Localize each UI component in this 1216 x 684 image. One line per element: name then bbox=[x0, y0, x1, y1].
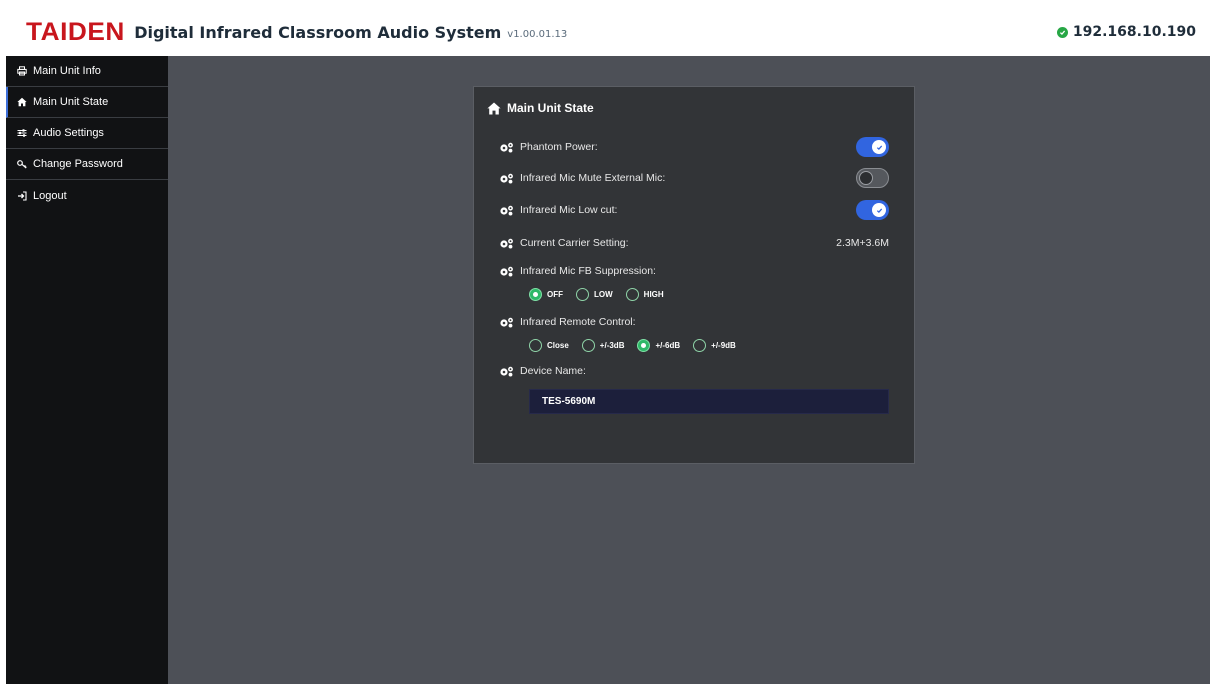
key-icon bbox=[16, 158, 28, 170]
fb-suppression-label: Infrared Mic FB Suppression: bbox=[520, 265, 656, 277]
mute-external-mic-row: Infrared Mic Mute External Mic: bbox=[499, 167, 889, 189]
panel-title: Main Unit State bbox=[487, 101, 594, 115]
sidebar-item-main-unit-info[interactable]: Main Unit Info bbox=[6, 56, 168, 87]
remote-radio-close[interactable]: Close bbox=[529, 338, 569, 352]
fb-radio-high[interactable]: HIGH bbox=[625, 287, 664, 301]
gears-icon bbox=[499, 142, 514, 153]
sidebar-item-label: Change Password bbox=[33, 158, 123, 170]
sidebar-item-logout[interactable]: Logout bbox=[6, 180, 168, 211]
phantom-power-row: Phantom Power: bbox=[499, 136, 889, 158]
remote-radio-9db[interactable]: +/-9dB bbox=[693, 338, 736, 352]
app-title: Digital Infrared Classroom Audio System bbox=[134, 22, 502, 42]
sidebar-item-audio-settings[interactable]: Audio Settings bbox=[6, 118, 168, 149]
phantom-power-toggle[interactable] bbox=[856, 137, 889, 157]
fb-suppression-radio-group: OFF LOW HIGH bbox=[529, 285, 664, 303]
sidebar-item-label: Main Unit State bbox=[33, 96, 109, 108]
sidebar-item-label: Main Unit Info bbox=[33, 65, 101, 77]
sliders-icon bbox=[16, 127, 28, 139]
mute-external-mic-toggle[interactable] bbox=[856, 168, 889, 188]
device-name-label: Device Name: bbox=[520, 365, 586, 377]
mute-external-mic-label: Infrared Mic Mute External Mic: bbox=[520, 172, 666, 184]
remote-radio-6db[interactable]: +/-6dB bbox=[637, 338, 680, 352]
device-name-input[interactable] bbox=[529, 389, 889, 414]
sidebar-item-change-password[interactable]: Change Password bbox=[6, 149, 168, 180]
main-content: Main Unit State Phantom Power: Infrared … bbox=[168, 56, 1210, 684]
low-cut-row: Infrared Mic Low cut: bbox=[499, 199, 889, 221]
fb-radio-low[interactable]: LOW bbox=[576, 287, 613, 301]
brand-logo: TAIDEN bbox=[26, 17, 125, 46]
connection-status: 192.168.10.190 bbox=[1056, 8, 1196, 56]
gears-icon bbox=[499, 238, 514, 249]
top-header: TAIDEN Digital Infrared Classroom Audio … bbox=[6, 8, 1210, 56]
gears-icon bbox=[499, 173, 514, 184]
sidebar: Main Unit Info Main Unit State Audio Set… bbox=[6, 56, 168, 684]
phantom-power-label: Phantom Power: bbox=[520, 141, 598, 153]
connected-check-icon bbox=[1056, 26, 1068, 38]
printer-icon bbox=[16, 65, 28, 77]
low-cut-label: Infrared Mic Low cut: bbox=[520, 204, 618, 216]
sidebar-item-main-unit-state[interactable]: Main Unit State bbox=[6, 87, 168, 118]
window-frame-right bbox=[1210, 0, 1216, 684]
main-unit-state-panel: Main Unit State Phantom Power: Infrared … bbox=[473, 86, 915, 464]
fb-suppression-row: Infrared Mic FB Suppression: bbox=[499, 260, 889, 282]
home-icon bbox=[487, 102, 501, 114]
gears-icon bbox=[499, 266, 514, 277]
carrier-setting-value: 2.3M+3.6M bbox=[836, 237, 889, 249]
remote-control-radio-group: Close +/-3dB +/-6dB +/-9dB bbox=[529, 336, 736, 354]
carrier-setting-row: Current Carrier Setting: 2.3M+3.6M bbox=[499, 232, 889, 254]
fb-radio-off[interactable]: OFF bbox=[529, 287, 563, 301]
device-name-row: Device Name: bbox=[499, 360, 889, 382]
remote-radio-3db[interactable]: +/-3dB bbox=[581, 338, 624, 352]
app-version: v1.00.01.13 bbox=[507, 28, 568, 40]
carrier-setting-label: Current Carrier Setting: bbox=[520, 237, 629, 249]
low-cut-toggle[interactable] bbox=[856, 200, 889, 220]
gears-icon bbox=[499, 317, 514, 328]
remote-control-row: Infrared Remote Control: bbox=[499, 311, 889, 333]
home-icon bbox=[16, 96, 28, 108]
sidebar-item-label: Logout bbox=[33, 189, 67, 202]
gears-icon bbox=[499, 366, 514, 377]
gears-icon bbox=[499, 205, 514, 216]
remote-control-label: Infrared Remote Control: bbox=[520, 316, 636, 328]
ip-address: 192.168.10.190 bbox=[1072, 24, 1196, 40]
panel-title-text: Main Unit State bbox=[507, 101, 594, 115]
logout-icon bbox=[16, 190, 28, 202]
sidebar-item-label: Audio Settings bbox=[33, 127, 104, 139]
